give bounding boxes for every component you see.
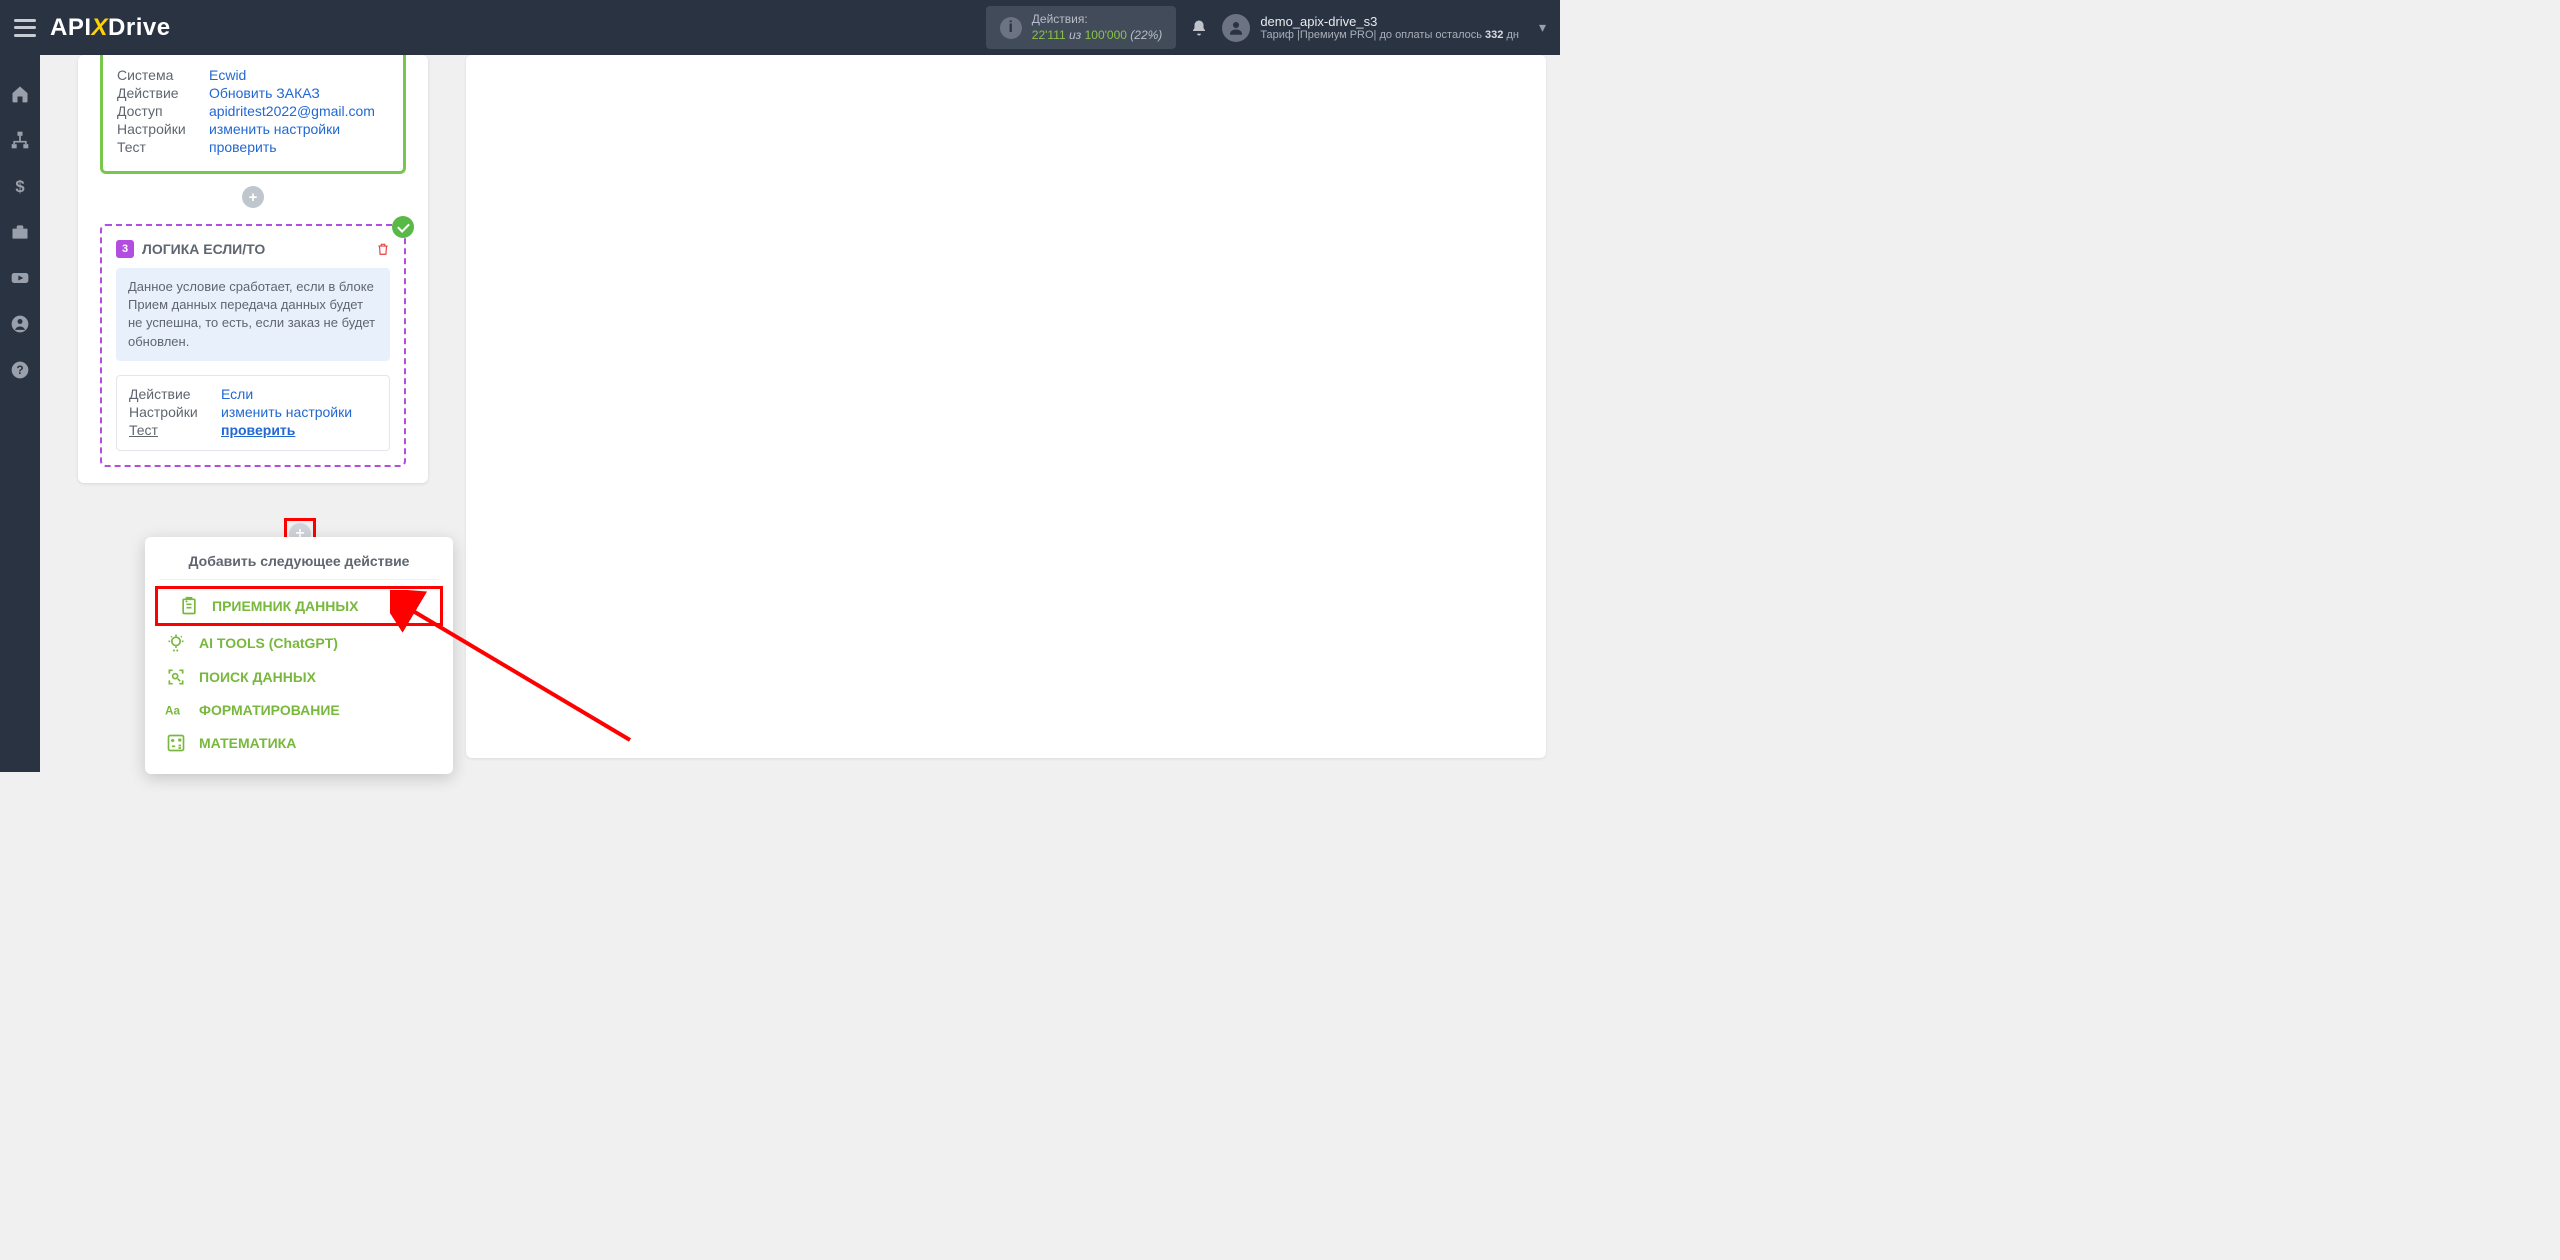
nav-youtube-icon[interactable] [9, 267, 31, 289]
nav-home-icon[interactable] [9, 83, 31, 105]
side-nav: $ ? [0, 55, 40, 772]
actions-total: 100'000 [1085, 28, 1127, 42]
logic-header: 3 ЛОГИКА ЕСЛИ/ТО [116, 240, 390, 258]
actions-label: Действия: [1032, 12, 1163, 28]
nav-dollar-icon[interactable]: $ [9, 175, 31, 197]
trash-icon[interactable] [376, 241, 390, 257]
kv-link[interactable]: Ecwid [209, 67, 246, 83]
check-icon [392, 216, 414, 238]
step-title: ЛОГИКА ЕСЛИ/ТО [142, 241, 265, 257]
kv-key: Настройки [129, 404, 207, 420]
popup-item-label: AI TOOLS (ChatGPT) [199, 635, 338, 651]
logo-text-b: Drive [108, 14, 171, 41]
content-panel [466, 55, 1546, 758]
actions-pct: (22%) [1130, 28, 1162, 42]
aa-icon: Aa [165, 701, 187, 719]
kv-key: Настройки [117, 121, 195, 137]
clipboard-icon [178, 596, 200, 616]
header-right: i Действия: 22'111 из 100'000 (22%) demo… [986, 6, 1546, 49]
kv-key: Тест [117, 139, 195, 155]
step-number: 3 [116, 240, 134, 258]
logic-table: Действие Если Настройки изменить настройки… [116, 375, 390, 451]
menu-icon[interactable] [14, 19, 36, 37]
logo-text-a: API [50, 14, 92, 41]
nav-briefcase-icon[interactable] [9, 221, 31, 243]
svg-text:$: $ [15, 177, 25, 196]
user-name: demo_apix-drive_s3 [1260, 14, 1519, 29]
receiver-block: Система Ecwid Действие Обновить ЗАКАЗ Дост… [100, 55, 406, 174]
kv-key: Система [117, 67, 195, 83]
kv-link[interactable]: изменить настройки [209, 121, 340, 137]
actions-counter[interactable]: i Действия: 22'111 из 100'000 (22%) [986, 6, 1177, 49]
popup-item-receiver[interactable]: ПРИЕМНИК ДАННЫХ [155, 586, 443, 626]
popup-item-label: ФОРМАТИРОВАНИЕ [199, 702, 340, 718]
kv-link[interactable]: изменить настройки [221, 404, 352, 420]
gear-brain-icon [165, 633, 187, 653]
nav-help-icon[interactable]: ? [9, 359, 31, 381]
tariff-days: 332 [1485, 29, 1503, 41]
actions-used: 22'111 [1032, 28, 1066, 42]
kv-link[interactable]: Обновить ЗАКАЗ [209, 85, 320, 101]
chevron-down-icon[interactable]: ▾ [1539, 19, 1546, 36]
kv-link[interactable]: Если [221, 386, 253, 402]
workflow-card: Система Ecwid Действие Обновить ЗАКАЗ Дост… [78, 55, 428, 483]
math-icon [165, 733, 187, 753]
nav-sitemap-icon[interactable] [9, 129, 31, 151]
logic-block: 3 ЛОГИКА ЕСЛИ/ТО Данное условие сработае… [100, 224, 406, 467]
scan-icon [165, 667, 187, 687]
popup-item-ai[interactable]: AI TOOLS (ChatGPT) [145, 626, 453, 660]
svg-text:Aa: Aa [165, 705, 180, 718]
user-text: demo_apix-drive_s3 Тариф |Премиум PRO| д… [1260, 14, 1519, 41]
tariff-suf: дн [1503, 29, 1519, 41]
kv-link[interactable]: проверить [209, 139, 277, 155]
popup-item-search[interactable]: ПОИСК ДАННЫХ [145, 660, 453, 694]
kv-key: Действие [117, 85, 195, 101]
kv-key: Действие [129, 386, 207, 402]
top-bar: APIXDrive i Действия: 22'111 из 100'000 … [0, 0, 1560, 55]
popup-item-math[interactable]: МАТЕМАТИКА [145, 726, 453, 760]
user-icon [1222, 14, 1250, 42]
add-step-button[interactable]: + [242, 186, 264, 208]
popup-title: Добавить следующее действие [159, 553, 439, 580]
tariff-pre: Тариф |Премиум PRO| до оплаты осталось [1260, 29, 1485, 41]
svg-text:?: ? [16, 364, 23, 377]
actions-text: Действия: 22'111 из 100'000 (22%) [1032, 12, 1163, 43]
bell-icon[interactable] [1190, 19, 1208, 37]
logic-note: Данное условие сработает, если в блоке П… [116, 268, 390, 361]
popup-item-label: МАТЕМАТИКА [199, 735, 296, 751]
add-action-popup: Добавить следующее действие ПРИЕМНИК ДАН… [145, 537, 453, 774]
kv-link[interactable]: проверить [221, 422, 295, 438]
kv-key: Доступ [117, 103, 195, 119]
info-icon: i [1000, 17, 1022, 39]
popup-item-label: ПРИЕМНИК ДАННЫХ [212, 598, 358, 614]
logo-text-x: X [92, 14, 109, 41]
popup-item-label: ПОИСК ДАННЫХ [199, 669, 316, 685]
popup-item-format[interactable]: Aa ФОРМАТИРОВАНИЕ [145, 694, 453, 726]
actions-sep: из [1069, 28, 1081, 42]
kv-link[interactable]: apidritest2022@gmail.com [209, 103, 375, 119]
kv-key: Тест [129, 422, 207, 438]
logo[interactable]: APIXDrive [50, 14, 171, 42]
nav-user-icon[interactable] [9, 313, 31, 335]
user-box[interactable]: demo_apix-drive_s3 Тариф |Премиум PRO| д… [1222, 14, 1546, 42]
